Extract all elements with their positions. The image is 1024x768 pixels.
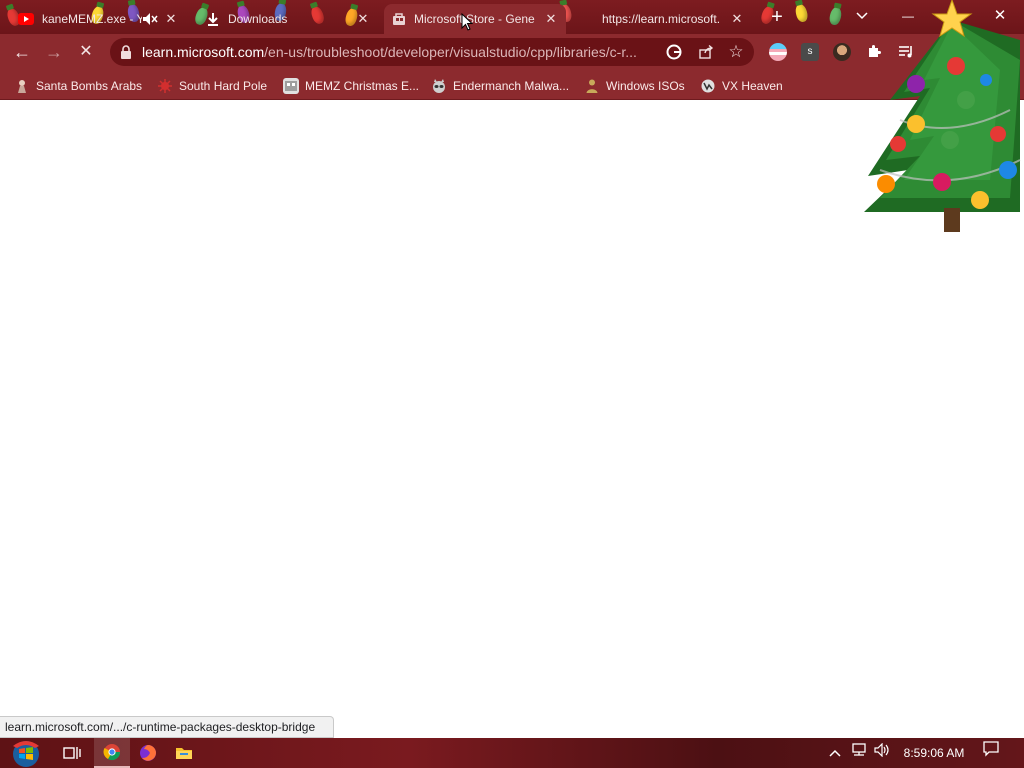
tab-title: Microsoft Store - Gene [414, 12, 535, 26]
task-view-button[interactable] [54, 738, 90, 768]
close-icon[interactable]: ✕ [164, 12, 178, 26]
pride-flag-extension-icon[interactable] [769, 43, 787, 61]
puzzle-extensions-icon[interactable] [865, 43, 883, 61]
browser-toolbar: ← → ✕ learn.microsoft.com/en-us/troubles… [0, 34, 1024, 70]
address-bar[interactable]: learn.microsoft.com/en-us/troubleshoot/d… [110, 38, 754, 66]
bookmark-label: Windows ISOs [606, 79, 685, 93]
tab-search-button[interactable] [848, 4, 876, 28]
menu-kebab-icon[interactable]: ⋮ [994, 43, 1012, 61]
bookmark-star-icon[interactable]: ☆ [728, 43, 744, 60]
tab-title: https://learn.microsoft. [602, 12, 721, 26]
light-bulb [793, 2, 810, 24]
stop-loading-button[interactable]: ✕ [72, 38, 100, 66]
close-icon[interactable]: ✕ [356, 12, 370, 26]
mouse-cursor [461, 12, 474, 31]
vx-icon [700, 78, 716, 94]
firefox-taskbar-icon[interactable] [130, 738, 166, 768]
close-window-button[interactable]: ✕ [986, 4, 1014, 28]
tab-microsoft-store[interactable]: Microsoft Store - Gene ✕ [384, 4, 566, 34]
store-icon [392, 12, 406, 26]
virus-icon [157, 78, 173, 94]
santa-icon [14, 78, 30, 94]
tab-downloads[interactable]: Downloads ✕ [198, 4, 378, 34]
lock-icon[interactable] [120, 45, 132, 59]
start-button[interactable] [4, 738, 48, 768]
media-control-icon[interactable] [897, 43, 915, 61]
volume-icon[interactable] [872, 738, 894, 768]
bookmark-label: South Hard Pole [179, 79, 268, 93]
mute-icon[interactable] [142, 12, 158, 26]
url-text[interactable]: learn.microsoft.com/en-us/troubleshoot/d… [142, 44, 652, 60]
status-url-bubble: learn.microsoft.com/.../c-runtime-packag… [0, 716, 335, 738]
memz-icon [283, 78, 299, 94]
tab-title: kaneMEMZ.exe - Y [42, 12, 142, 26]
bookmark-label: Endermanch Malwa... [453, 79, 570, 93]
url-path: /en-us/troubleshoot/developer/visualstud… [264, 44, 637, 60]
tab-learn-microsoft[interactable]: https://learn.microsoft. ✕ [572, 4, 752, 34]
bookmark-vx-heaven[interactable]: VX Heaven [700, 75, 783, 97]
bookmark-label: VX Heaven [722, 79, 783, 93]
download-icon [206, 12, 220, 26]
loading-icon [580, 12, 594, 26]
tab-strip: kaneMEMZ.exe - Y ✕ Downloads ✕ Microsoft… [0, 0, 1024, 34]
bookmark-label: Santa Bombs Arabs [36, 79, 143, 93]
s-extension-icon[interactable]: s [801, 43, 819, 61]
new-tab-button[interactable]: + [766, 6, 788, 28]
light-bulb [828, 6, 843, 26]
back-button[interactable]: ← [8, 38, 36, 66]
person-icon [584, 78, 600, 94]
url-host: learn.microsoft.com [142, 44, 265, 60]
avatar-extension-icon[interactable] [833, 43, 851, 61]
close-icon[interactable]: ✕ [730, 12, 744, 26]
bookmark-endermanch-malware[interactable]: Endermanch Malwa... [431, 75, 569, 97]
file-explorer-taskbar-icon[interactable] [166, 738, 202, 768]
tab-title: Downloads [228, 12, 288, 26]
share-icon[interactable] [698, 44, 714, 60]
network-icon[interactable] [848, 738, 870, 768]
forward-button[interactable]: → [40, 38, 68, 66]
tab-kanememz[interactable]: kaneMEMZ.exe - Y ✕ [10, 4, 186, 34]
chrome-taskbar-icon[interactable] [94, 738, 130, 768]
minimize-button[interactable]: — [894, 4, 922, 28]
google-lens-icon[interactable] [666, 44, 682, 60]
show-hidden-icons-button[interactable] [826, 738, 844, 768]
taskbar-clock[interactable]: 8:59:06 AM [898, 738, 970, 768]
bookmark-santa-bombs-arabs[interactable]: Santa Bombs Arabs [14, 75, 142, 97]
youtube-icon [18, 13, 34, 25]
raccoon-icon [431, 78, 447, 94]
bookmarks-bar: Santa Bombs Arabs South Hard Pole MEMZ C… [0, 70, 1024, 100]
bookmark-label: MEMZ Christmas E... [305, 79, 420, 93]
notification-center-icon[interactable] [980, 738, 1002, 768]
bookmark-memz-christmas[interactable]: MEMZ Christmas E... [283, 75, 419, 97]
windows-taskbar: 8:59:06 AM [0, 738, 1024, 768]
page-content [0, 101, 1024, 738]
close-icon[interactable]: ✕ [544, 12, 558, 26]
bookmark-windows-isos[interactable]: Windows ISOs [584, 75, 685, 97]
bookmark-south-hard-pole[interactable]: South Hard Pole [157, 75, 267, 97]
